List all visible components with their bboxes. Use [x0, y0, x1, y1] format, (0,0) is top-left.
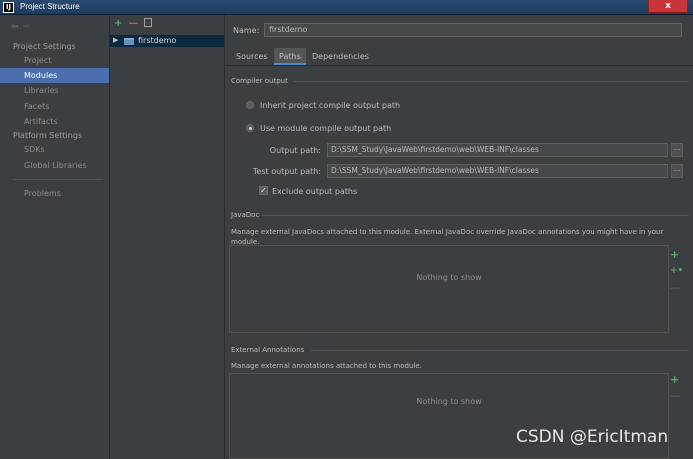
javadoc-title: JavaDoc	[231, 211, 260, 219]
output-path-browse-button[interactable]: ...	[671, 143, 683, 157]
module-settings-panel: Name: firstdemo Sources Paths Dependenci…	[226, 15, 693, 459]
tab-paths[interactable]: Paths	[274, 48, 306, 65]
close-button[interactable]: x	[648, 0, 688, 13]
project-settings-header: Project Settings	[13, 42, 76, 51]
javadoc-empty-text: Nothing to show	[416, 273, 482, 282]
nav-history: ⇦ ⇨	[11, 22, 30, 32]
module-folder-icon	[124, 38, 134, 45]
forward-arrow-icon[interactable]: ⇨	[23, 22, 31, 32]
add-javadoc-url-icon[interactable]: +•	[670, 266, 683, 276]
compiler-output-divider	[293, 81, 689, 82]
nav-item-modules[interactable]: Modules	[0, 68, 109, 83]
compiler-output-title: Compiler output	[231, 77, 288, 85]
external-annotations-title: External Annotations	[231, 346, 305, 354]
platform-settings-header: Platform Settings	[13, 131, 83, 140]
external-annotations-description: Manage external annotations attached to …	[231, 362, 422, 370]
module-tree-item[interactable]: ▶ firstdemo	[110, 35, 224, 47]
inherit-output-radio[interactable]	[246, 101, 254, 109]
output-path-label: Output path:	[269, 146, 321, 155]
inherit-output-label[interactable]: Inherit project compile output path	[260, 101, 400, 110]
intellij-app-icon: IJ	[3, 2, 14, 13]
module-name-input[interactable]: firstdemo	[264, 23, 682, 37]
javadoc-divider	[262, 215, 689, 216]
nav-item-problems[interactable]: Problems	[0, 186, 109, 201]
window-title: Project Structure	[20, 2, 80, 11]
javadoc-description: Manage external JavaDocs attached to thi…	[231, 228, 664, 246]
use-module-output-label[interactable]: Use module compile output path	[260, 124, 391, 133]
test-output-path-label: Test output path:	[252, 167, 321, 176]
test-output-path-browse-button[interactable]: ...	[671, 164, 683, 178]
remove-javadoc-icon[interactable]: —	[670, 281, 681, 294]
nav-item-facets[interactable]: Facets	[0, 99, 109, 114]
nav-divider	[13, 179, 103, 180]
exclude-output-label[interactable]: Exclude output paths	[272, 187, 357, 196]
test-output-path-input[interactable]: D:\SSM_Study\JavaWeb\firstdemo\web\WEB-I…	[327, 164, 668, 178]
add-javadoc-icon[interactable]: +	[670, 248, 679, 261]
csdn-watermark: CSDN @EricItman	[516, 427, 669, 447]
exclude-output-checkbox[interactable]: ✓	[259, 186, 268, 195]
remove-annotation-icon[interactable]: —	[670, 389, 681, 402]
use-module-output-radio[interactable]	[246, 124, 254, 132]
module-tree-panel: + — ▶ firstdemo	[110, 15, 225, 459]
module-tree-label: firstdemo	[138, 36, 177, 45]
expand-arrow-icon[interactable]: ▶	[113, 36, 118, 44]
remove-module-icon[interactable]: —	[128, 18, 138, 29]
back-arrow-icon[interactable]: ⇦	[11, 22, 19, 32]
external-annotations-empty-text: Nothing to show	[416, 397, 482, 406]
title-bar: IJ Project Structure x	[0, 0, 693, 15]
nav-item-libraries[interactable]: Libraries	[0, 83, 109, 98]
nav-item-project[interactable]: Project	[0, 53, 109, 68]
copy-module-icon[interactable]	[144, 18, 153, 27]
javadoc-list[interactable]: Nothing to show	[229, 245, 669, 333]
add-annotation-icon[interactable]: +	[670, 373, 679, 386]
module-tree-toolbar: + —	[114, 18, 153, 29]
nav-item-artifacts[interactable]: Artifacts	[0, 114, 109, 129]
tab-dependencies[interactable]: Dependencies	[307, 48, 374, 65]
output-path-input[interactable]: D:\SSM_Study\JavaWeb\firstdemo\web\WEB-I…	[327, 143, 668, 157]
tab-divider	[226, 65, 693, 66]
nav-item-global-libraries[interactable]: Global Libraries	[0, 158, 109, 173]
external-annotations-divider	[311, 350, 689, 351]
nav-item-sdks[interactable]: SDKs	[0, 142, 109, 157]
add-module-icon[interactable]: +	[114, 18, 122, 29]
module-name-label: Name:	[233, 26, 260, 35]
settings-navigation: ⇦ ⇨ Project Settings Project Modules Libr…	[0, 15, 110, 459]
tab-sources[interactable]: Sources	[231, 48, 273, 65]
